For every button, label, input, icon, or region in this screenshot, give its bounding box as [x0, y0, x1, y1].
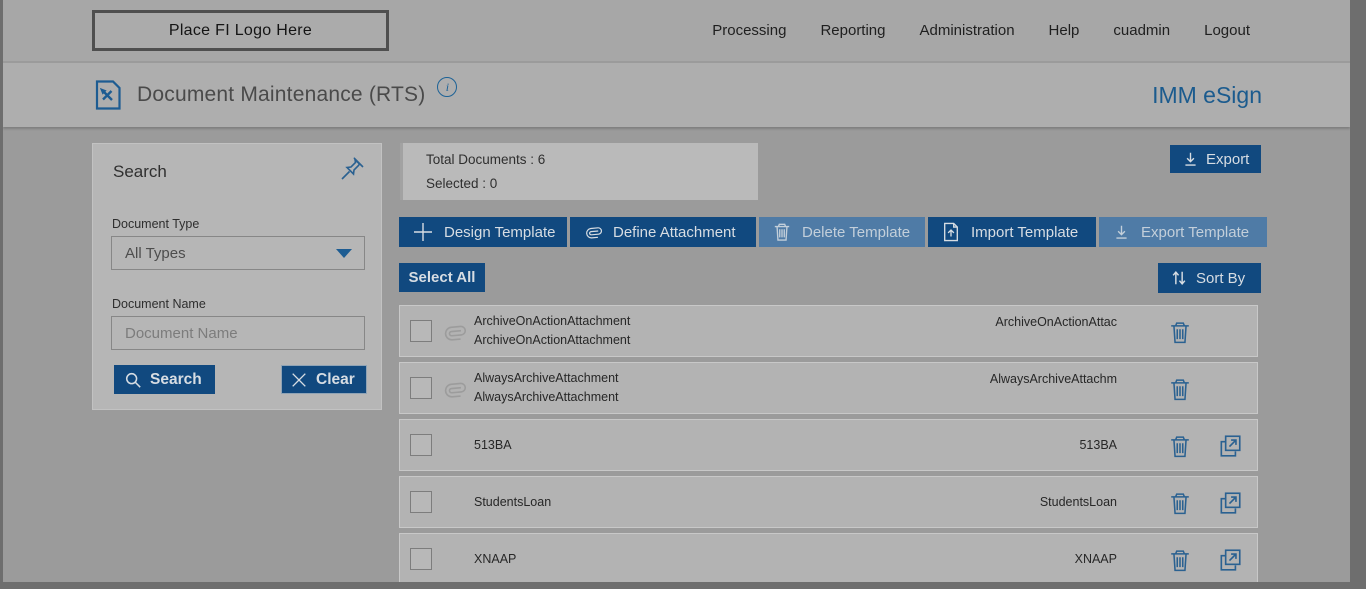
search-panel-title: Search: [113, 162, 167, 181]
delete-document-button[interactable]: [1169, 319, 1195, 345]
search-button-label: Search: [150, 370, 202, 388]
document-display-name: 513BA: [1079, 438, 1117, 452]
export-document-icon[interactable]: [1217, 490, 1243, 516]
download-icon: [1182, 151, 1199, 168]
import-icon: [942, 222, 960, 242]
document-name-cell: StudentsLoan: [474, 477, 551, 527]
define-attachment-label: Define Attachment: [613, 223, 736, 241]
top-navigation-bar: Place FI Logo Here Processing Reporting …: [3, 0, 1350, 61]
top-nav-menu: Processing Reporting Administration Help…: [712, 22, 1250, 39]
document-list: ArchiveOnActionAttachment ArchiveOnActio…: [399, 305, 1258, 582]
paperclip-icon: [584, 222, 602, 242]
export-button-label: Export: [1206, 150, 1250, 168]
product-brand: IMM eSign: [1152, 81, 1262, 108]
document-name-cell: 513BA: [474, 420, 512, 470]
search-panel: Search Document Type All Types Document …: [92, 143, 382, 410]
clear-button[interactable]: Clear: [281, 365, 367, 394]
close-icon: [290, 371, 308, 389]
nav-item-reporting[interactable]: Reporting: [820, 22, 885, 39]
page-title: Document Maintenance (RTS): [137, 83, 426, 106]
document-name: 513BA: [474, 437, 512, 452]
info-icon[interactable]: i: [437, 77, 458, 97]
document-display-name: XNAAP: [1074, 552, 1117, 566]
trash-icon: [773, 222, 791, 242]
export-button[interactable]: Export: [1170, 145, 1261, 173]
document-name-label: Document Name: [112, 297, 206, 311]
document-name: XNAAP: [474, 551, 517, 566]
export-template-button[interactable]: Export Template: [1099, 217, 1267, 247]
row-checkbox[interactable]: [410, 491, 432, 513]
document-name: StudentsLoan: [474, 494, 552, 509]
export-document-icon[interactable]: [1217, 433, 1243, 459]
select-all-button[interactable]: Select All: [399, 263, 485, 292]
document-name-cell: XNAAP: [474, 534, 516, 582]
nav-item-processing[interactable]: Processing: [712, 22, 786, 39]
fi-logo-placeholder: Place FI Logo Here: [92, 10, 389, 51]
total-documents-count: Total Documents : 6: [426, 152, 546, 167]
document-name-cell: ArchiveOnActionAttachment ArchiveOnActio…: [474, 306, 630, 356]
sort-arrows-icon: [1170, 269, 1188, 287]
import-template-label: Import Template: [971, 223, 1079, 241]
row-checkbox[interactable]: [410, 320, 432, 342]
document-display-name: ArchiveOnActionAttac: [995, 315, 1117, 329]
document-name: AlwaysArchiveAttachment: [474, 371, 619, 385]
app-window: Place FI Logo Here Processing Reporting …: [3, 0, 1350, 582]
paperclip-icon: [442, 319, 466, 345]
document-name-input[interactable]: [111, 316, 365, 350]
document-display-name: StudentsLoan: [1039, 495, 1117, 509]
template-toolbar: Design Template Define Attachment Delete…: [399, 217, 1267, 247]
delete-document-button[interactable]: [1169, 376, 1195, 402]
design-template-label: Design Template: [444, 223, 556, 241]
table-row: AlwaysArchiveAttachment AlwaysArchiveAtt…: [399, 362, 1258, 414]
design-template-button[interactable]: Design Template: [399, 217, 567, 247]
document-type-select[interactable]: All Types: [111, 236, 365, 270]
import-template-button[interactable]: Import Template: [928, 217, 1096, 247]
nav-item-logout[interactable]: Logout: [1204, 22, 1250, 39]
document-name: ArchiveOnActionAttachment: [474, 314, 631, 328]
document-type-selected-value: All Types: [125, 244, 186, 262]
row-checkbox[interactable]: [410, 434, 432, 456]
sort-by-label: Sort By: [1196, 269, 1246, 287]
row-checkbox[interactable]: [410, 377, 432, 399]
table-row: 513BA 513BA: [399, 419, 1258, 471]
search-button[interactable]: Search: [114, 365, 215, 394]
chevron-down-icon: [336, 248, 352, 258]
document-type-label: Document Type: [112, 217, 200, 231]
pin-icon[interactable]: [339, 156, 365, 182]
selected-count: Selected : 0: [426, 176, 498, 191]
plus-icon: [413, 222, 433, 242]
fi-logo-text: Place FI Logo Here: [168, 21, 313, 39]
delete-document-button[interactable]: [1169, 547, 1195, 573]
export-document-icon[interactable]: [1217, 547, 1243, 573]
nav-item-administration[interactable]: Administration: [920, 22, 1015, 39]
nav-item-user-cuadmin[interactable]: cuadmin: [1113, 22, 1170, 39]
clear-button-label: Clear: [316, 370, 355, 388]
export-template-label: Export Template: [1141, 223, 1250, 241]
delete-document-button[interactable]: [1169, 490, 1195, 516]
sort-by-button[interactable]: Sort By: [1158, 263, 1261, 293]
define-attachment-button[interactable]: Define Attachment: [570, 217, 756, 247]
delete-template-label: Delete Template: [802, 223, 911, 241]
document-subname: ArchiveOnActionAttachment: [474, 333, 631, 347]
row-checkbox[interactable]: [410, 548, 432, 570]
document-name-cell: AlwaysArchiveAttachment AlwaysArchiveAtt…: [474, 363, 619, 413]
summary-box: Total Documents : 6 Selected : 0: [400, 143, 758, 200]
table-row: ArchiveOnActionAttachment ArchiveOnActio…: [399, 305, 1258, 357]
page-title-bar: Document Maintenance (RTS) i IMM eSign: [3, 63, 1350, 127]
table-row: XNAAP XNAAP: [399, 533, 1258, 582]
nav-item-help[interactable]: Help: [1049, 22, 1080, 39]
table-row: StudentsLoan StudentsLoan: [399, 476, 1258, 528]
download-icon: [1113, 224, 1130, 241]
document-display-name: AlwaysArchiveAttachm: [989, 372, 1117, 386]
search-icon: [124, 371, 142, 389]
paperclip-icon: [442, 376, 466, 402]
delete-template-button[interactable]: Delete Template: [759, 217, 925, 247]
delete-document-button[interactable]: [1169, 433, 1195, 459]
select-all-label: Select All: [408, 269, 476, 286]
document-subname: AlwaysArchiveAttachment: [474, 390, 619, 404]
document-maintenance-icon: [95, 80, 121, 110]
